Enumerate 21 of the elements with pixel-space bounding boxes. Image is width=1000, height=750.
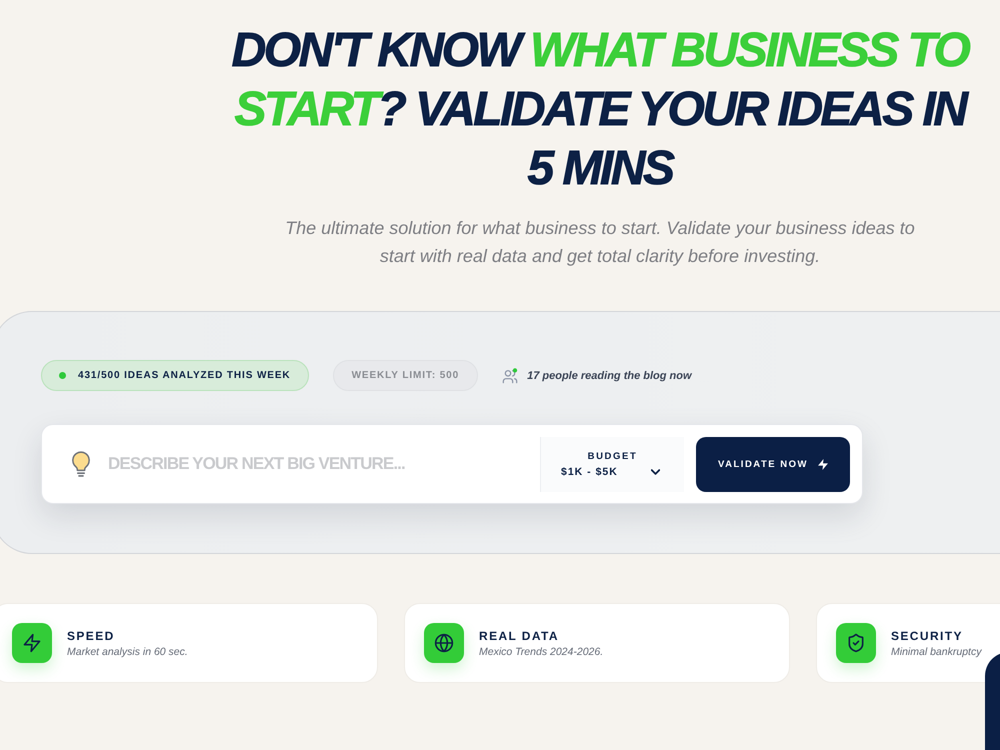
users-icon [502,368,518,384]
feature-title: REAL DATA [479,628,560,642]
shield-check-icon [836,623,876,663]
subtitle: The ultimate solution for what business to start. Validate your business ideas to start with real data and get total clarity before investing. [284,217,916,268]
feature-description: Minimal bankruptcy [891,646,982,658]
globe-icon [424,623,464,663]
bolt-icon [12,623,52,663]
feature-description: Mexico Trends 2024-2026. [479,646,604,658]
status-dot-icon [59,372,66,379]
validate-button[interactable]: VALIDATE NOW [696,436,850,492]
budget-dropdown[interactable]: BUDGET $1K - $5K [541,436,684,492]
lightbulb-icon [70,450,92,478]
chevron-down-icon [651,468,660,474]
bolt-icon [818,458,828,470]
weekly-limit-badge: WEEKLY LIMIT: 500 [332,360,478,391]
feature-title: SPEED [67,628,116,642]
readers-text: 17 people reading the blog now [527,370,692,382]
headline: DON'T KNOW WHAT BUSINESS TO START? VALIDATE YOUR IDEAS IN 5 MINS [230,23,970,197]
feature-title: SECURITY [891,628,964,642]
feature-description: Market analysis in 60 sec. [67,646,188,658]
ideas-analyzed-text: 431/500 IDEAS ANALYZED THIS WEEK [78,370,291,381]
